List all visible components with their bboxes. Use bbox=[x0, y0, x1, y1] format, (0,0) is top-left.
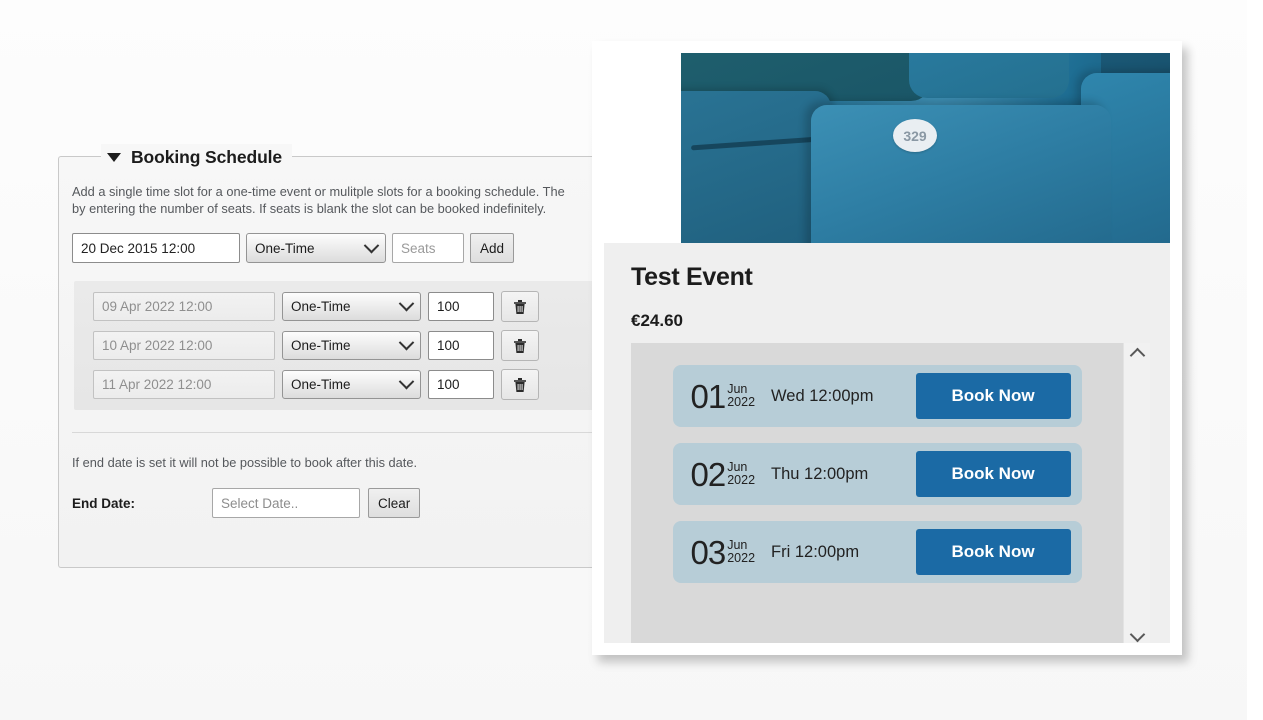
slot-weekday-time: Fri 12:00pm bbox=[771, 542, 860, 561]
delete-slot-button[interactable] bbox=[501, 291, 539, 322]
booking-schedule-fieldset: Booking Schedule Add a single time slot … bbox=[58, 144, 619, 568]
slot-day-number: 01 bbox=[690, 377, 727, 415]
slot-seats-input[interactable]: 100 bbox=[428, 331, 494, 360]
slot-weekday-time: Wed 12:00pm bbox=[771, 386, 874, 405]
booking-slot: 01 Jun 2022 Wed 12:00pm Book Now bbox=[672, 365, 1082, 427]
booking-slots-scroll-area: 01 Jun 2022 Wed 12:00pm Book Now 02 Jun … bbox=[631, 343, 1150, 643]
chevron-up-icon[interactable] bbox=[1129, 347, 1145, 364]
chevron-down-icon bbox=[398, 295, 415, 312]
seat-shape-main bbox=[811, 105, 1111, 243]
chevron-down-icon[interactable] bbox=[1129, 626, 1145, 643]
book-now-button[interactable]: Book Now bbox=[915, 373, 1071, 419]
slot-date-input[interactable]: 09 Apr 2022 12:00 bbox=[93, 292, 275, 321]
end-date-helper-text: If end date is set it will not be possib… bbox=[72, 455, 418, 470]
slot-year: 2022 bbox=[727, 395, 756, 409]
new-slot-type-select[interactable]: One-Time bbox=[246, 233, 386, 263]
slot-seats-input[interactable]: 100 bbox=[428, 292, 494, 321]
slot-row: 11 Apr 2022 12:00 One-Time 100 bbox=[93, 369, 619, 400]
chevron-down-icon bbox=[398, 334, 415, 351]
slot-day-number: 02 bbox=[690, 455, 727, 493]
trash-icon bbox=[513, 338, 527, 354]
trash-icon bbox=[513, 377, 527, 393]
slot-row: 10 Apr 2022 12:00 One-Time 100 bbox=[93, 330, 619, 361]
booking-slot: 03 Jun 2022 Fri 12:00pm Book Now bbox=[672, 521, 1082, 583]
slot-month-year: Jun 2022 bbox=[727, 539, 755, 565]
add-slot-row: 20 Dec 2015 12:00 One-Time Seats Add bbox=[72, 233, 618, 263]
slot-weekday-time: Thu 12:00pm bbox=[771, 464, 869, 483]
slot-row: 09 Apr 2022 12:00 One-Time 100 bbox=[93, 291, 619, 322]
slot-month-year: Jun 2022 bbox=[727, 461, 755, 487]
seat-number-badge: 329 bbox=[893, 119, 937, 152]
slot-seats-input[interactable]: 100 bbox=[428, 370, 494, 399]
frontend-preview-body: 329 Test Event €24.60 01 Jun 2022 Wed 12… bbox=[604, 53, 1170, 643]
slot-month-year: Jun 2022 bbox=[727, 383, 755, 409]
end-date-clear-button[interactable]: Clear bbox=[368, 488, 421, 518]
slot-type-value: One-Time bbox=[291, 299, 351, 314]
slot-date-input[interactable]: 10 Apr 2022 12:00 bbox=[93, 331, 275, 360]
slot-year: 2022 bbox=[727, 551, 756, 565]
delete-slot-button[interactable] bbox=[501, 369, 539, 400]
end-date-input[interactable]: Select Date.. bbox=[212, 488, 360, 518]
new-slot-type-value: One-Time bbox=[255, 240, 315, 256]
frontend-preview-window: 329 Test Event €24.60 01 Jun 2022 Wed 12… bbox=[592, 41, 1182, 655]
add-slot-button[interactable]: Add bbox=[470, 233, 515, 263]
schedule-helper-text: Add a single time slot for a one-time ev… bbox=[72, 184, 565, 216]
seat-shape-back-mid bbox=[909, 53, 1069, 98]
slot-type-value: One-Time bbox=[291, 338, 351, 353]
slot-year: 2022 bbox=[727, 473, 756, 487]
section-divider bbox=[72, 432, 618, 433]
chevron-down-icon bbox=[363, 237, 380, 253]
slot-type-select[interactable]: One-Time bbox=[282, 331, 421, 360]
end-date-label: End Date: bbox=[72, 495, 136, 511]
slot-type-select[interactable]: One-Time bbox=[282, 292, 421, 321]
booking-slots-scrollbar[interactable] bbox=[1123, 343, 1150, 643]
event-price: €24.60 bbox=[631, 311, 683, 330]
seat-shape-left bbox=[681, 91, 831, 243]
event-title: Test Event bbox=[631, 263, 753, 291]
app-canvas: Booking Schedule Add a single time slot … bbox=[0, 0, 1263, 720]
slot-date-input[interactable]: 11 Apr 2022 12:00 bbox=[93, 370, 275, 399]
book-now-button[interactable]: Book Now bbox=[915, 451, 1071, 497]
new-slot-date-input[interactable]: 20 Dec 2015 12:00 bbox=[72, 233, 240, 263]
book-now-button[interactable]: Book Now bbox=[915, 529, 1071, 575]
chevron-down-icon bbox=[398, 373, 415, 390]
slot-type-value: One-Time bbox=[291, 377, 351, 392]
booking-slot: 02 Jun 2022 Thu 12:00pm Book Now bbox=[672, 443, 1082, 505]
trash-icon bbox=[513, 299, 527, 315]
booking-schedule-content: Add a single time slot for a one-time ev… bbox=[59, 157, 619, 567]
end-date-row: End Date: Select Date.. Clear bbox=[72, 488, 618, 518]
slot-list: 09 Apr 2022 12:00 One-Time 100 10 Apr 20… bbox=[74, 281, 619, 410]
booking-slots-list: 01 Jun 2022 Wed 12:00pm Book Now 02 Jun … bbox=[631, 343, 1123, 599]
new-slot-seats-input[interactable]: Seats bbox=[392, 233, 464, 263]
slot-day-number: 03 bbox=[690, 533, 727, 571]
page-background-right-margin bbox=[1247, 0, 1263, 720]
delete-slot-button[interactable] bbox=[501, 330, 539, 361]
slot-type-select[interactable]: One-Time bbox=[282, 370, 421, 399]
event-hero-image: 329 bbox=[681, 53, 1170, 243]
hero-strip: 329 bbox=[604, 53, 1170, 243]
